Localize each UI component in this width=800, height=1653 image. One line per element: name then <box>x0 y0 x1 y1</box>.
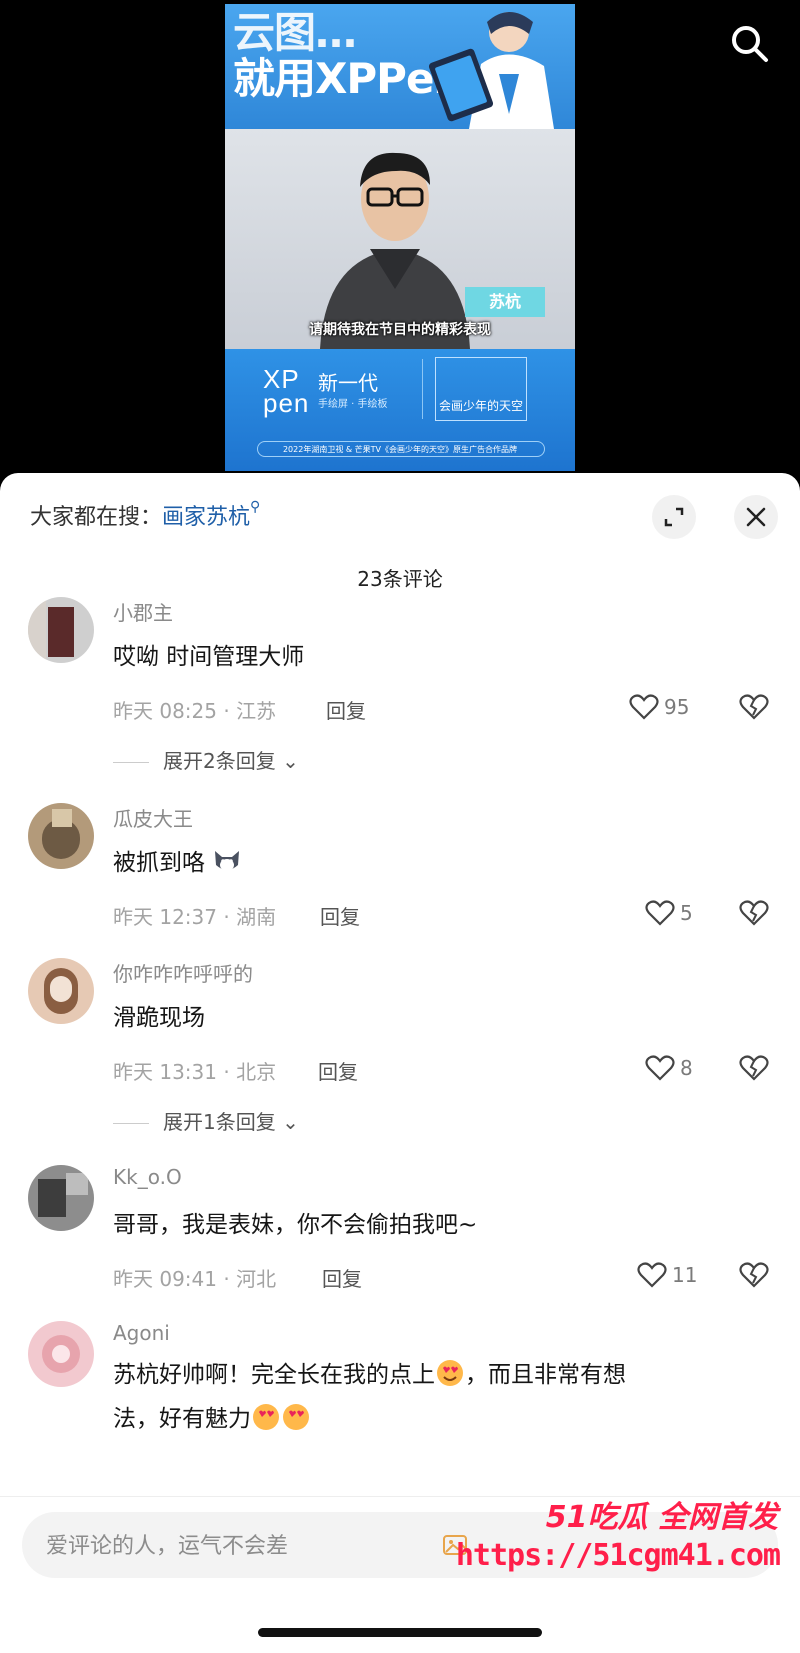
comment-text: 滑跪现场 <box>113 1005 205 1031</box>
search-icon[interactable] <box>728 22 772 66</box>
comment-input[interactable] <box>44 1512 428 1580</box>
watermark-url: https://51cgm41.com <box>455 1538 781 1573</box>
hot-search-link[interactable]: 大家都在搜：画家苏杭⚲ <box>30 499 260 531</box>
expand-line <box>113 762 149 763</box>
comment-username[interactable]: 小郡主 <box>113 597 173 626</box>
home-indicator[interactable] <box>258 1628 542 1637</box>
comment-text: 哎呦 时间管理大师 <box>113 644 305 670</box>
chevron-down-icon: ⌄ <box>275 749 299 773</box>
dog-emoji-icon <box>215 851 240 871</box>
reply-button[interactable]: 回复 <box>326 695 366 724</box>
heart-eyes-emoji-icon <box>253 1404 279 1430</box>
brand-generation-label: 新一代 <box>318 371 378 395</box>
broken-heart-icon[interactable] <box>738 691 770 723</box>
like-count: 95 <box>664 695 690 719</box>
avatar[interactable] <box>28 1165 94 1231</box>
close-button[interactable] <box>734 495 778 539</box>
heart-icon[interactable] <box>644 1052 676 1084</box>
avatar[interactable] <box>28 803 94 869</box>
broken-heart-icon[interactable] <box>738 897 770 929</box>
broken-heart-icon[interactable] <box>738 1259 770 1291</box>
reply-button[interactable]: 回复 <box>318 1056 358 1085</box>
watermark: 51吃瓜 全网首发 https://51cgm41.com <box>456 1492 790 1592</box>
comment-text: 苏杭好帅啊！完全长在我的点上 ，而且非常有想 法，好有魅力 <box>113 1353 753 1441</box>
comment-count-title: 23条评论 <box>357 567 443 591</box>
brand-bar: XP pen 新一代 手绘屏 · 手绘板 会画少年的天空 2022年湖南卫视 &… <box>225 349 575 471</box>
heart-icon[interactable] <box>644 897 676 929</box>
comment-text: 被抓到咯 <box>113 843 242 877</box>
comment-username[interactable]: 你咋咋咋呼呼的 <box>113 958 253 987</box>
avatar[interactable] <box>28 958 94 1024</box>
expand-icon <box>664 507 684 527</box>
video-subtitle: 请期待我在节目中的精彩表现 <box>309 322 491 338</box>
expand-line <box>113 1123 149 1124</box>
show-logo-text: 会画少年的天空 <box>438 399 523 413</box>
expand-button[interactable] <box>652 495 696 539</box>
avatar[interactable] <box>28 597 94 663</box>
comment-username[interactable]: Kk_o.O <box>113 1165 182 1189</box>
comment-meta: 昨天 12:37 · 湖南 <box>113 905 277 929</box>
speaker-name-tag: 苏杭 <box>465 287 545 317</box>
hot-search-prefix: 大家都在搜： <box>30 505 163 530</box>
banner-text: 云图… 就用XPPen <box>233 8 463 103</box>
like-count: 8 <box>680 1056 693 1080</box>
reply-button[interactable]: 回复 <box>322 1263 362 1292</box>
video-studio-scene: 苏杭 请期待我在节目中的精彩表现 <box>225 129 575 349</box>
heart-icon[interactable] <box>628 691 660 723</box>
brand-divider <box>422 359 423 419</box>
video-player[interactable]: 云图… 就用XPPen 苏杭 请期待我在节目中的精彩表现 XP pen 新一代 … <box>0 0 800 475</box>
brand-product-label: 手绘屏 · 手绘板 <box>318 399 388 410</box>
heart-eyes-emoji-icon <box>283 1404 309 1430</box>
expand-replies-button[interactable]: 展开2条回复 ⌄ <box>113 745 299 774</box>
comment-text: 哥哥，我是表妹，你不会偷拍我吧~ <box>113 1212 478 1238</box>
expand-replies-button[interactable]: 展开1条回复 ⌄ <box>113 1106 299 1135</box>
watermark-title: 51吃瓜 全网首发 <box>545 1500 778 1535</box>
broken-heart-icon[interactable] <box>738 1052 770 1084</box>
brand-foot-text: 2022年湖南卫视 & 芒果TV《会画少年的天空》原生广告合作品牌 <box>282 445 518 454</box>
hot-search-keyword[interactable]: 画家苏杭 <box>162 505 250 530</box>
heart-icon[interactable] <box>636 1259 668 1291</box>
heart-eyes-emoji-icon <box>437 1360 463 1386</box>
video-frame: 云图… 就用XPPen 苏杭 请期待我在节目中的精彩表现 XP pen 新一代 … <box>225 4 575 471</box>
close-icon <box>746 507 766 527</box>
video-banner: 云图… 就用XPPen <box>225 4 575 129</box>
comment-meta: 昨天 08:25 · 江苏 <box>113 699 277 723</box>
xppen-logo: XP pen <box>263 364 310 418</box>
chevron-down-icon: ⌄ <box>275 1110 299 1134</box>
comment-username[interactable]: 瓜皮大王 <box>113 803 193 832</box>
avatar[interactable] <box>28 1321 94 1387</box>
comment-meta: 昨天 13:31 · 北京 <box>113 1060 277 1084</box>
anime-character-illustration <box>429 12 554 129</box>
show-logo-box: 会画少年的天空 <box>435 357 527 421</box>
magnifier-icon: ⚲ <box>250 499 261 515</box>
comment-username[interactable]: Agoni <box>113 1321 170 1345</box>
comment-sheet: 大家都在搜：画家苏杭⚲ 23条评论 小郡主 哎呦 时间管理大师 昨天 08:25… <box>0 473 800 1652</box>
comment-meta: 昨天 09:41 · 河北 <box>113 1267 277 1291</box>
person-in-video <box>320 152 470 349</box>
like-count: 11 <box>672 1263 698 1287</box>
like-count: 5 <box>680 901 693 925</box>
reply-button[interactable]: 回复 <box>320 901 360 930</box>
